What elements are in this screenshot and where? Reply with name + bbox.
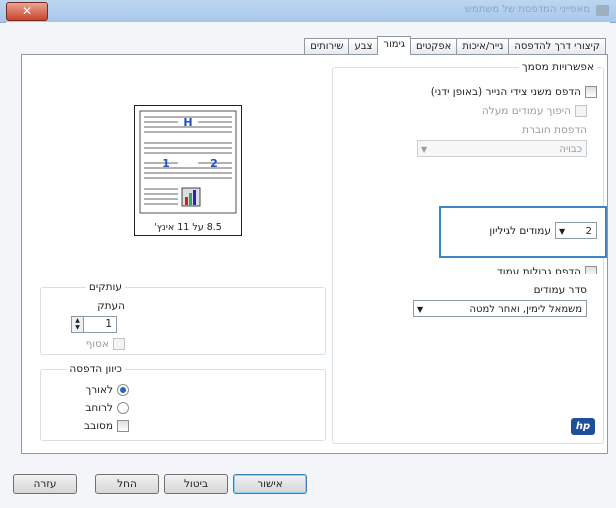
page-borders-checkbox[interactable] [585,266,597,274]
tab-finishing[interactable]: גימור [377,36,411,55]
tab-shortcuts[interactable]: קיצורי דרך להדפסה [508,38,606,55]
orientation-title: כיוון הדפסה [66,363,125,375]
ok-button[interactable]: אישור [233,474,307,494]
print-both-sides-row[interactable]: הדפס משני צידי הנייר (באופן ידני) [431,86,597,98]
pages-per-sheet-value: 2 [585,226,592,237]
print-both-sides-label: הדפס משני צידי הנייר (באופן ידני) [430,86,581,98]
dialog-body: קיצורי דרך להדפסה נייר/איכות אפקטים גימו… [6,22,610,502]
document-options-group: אפשרויות מסמך הדפס משני צידי הנייר (באופ… [332,61,607,444]
booklet-label-row: הדפסת חוברת [522,124,587,136]
flip-pages-row[interactable]: היפוך עמודים מעלה [482,105,587,117]
printer-icon [596,5,609,16]
print-both-sides-checkbox[interactable] [585,86,597,98]
tab-color[interactable]: צבע [348,38,379,55]
rotate-checkbox[interactable] [117,420,129,432]
collate-checkbox[interactable] [113,338,125,350]
rotate-option[interactable]: מסובב [84,420,129,432]
rotate-label: מסובב [84,420,113,432]
preview-page-1: 1 [162,157,170,170]
tab-effects[interactable]: אפקטים [409,38,458,55]
apply-button[interactable]: החל [95,474,159,494]
copies-label: העתק [97,300,125,312]
copies-stepper[interactable]: 1 ▲ ▼ [71,316,117,333]
chevron-down-icon: ▼ [417,305,424,314]
page-order-dropdown[interactable]: משמאל לימין, ואחר למטה ▼ [413,300,587,317]
copies-title: עותקים [85,281,125,293]
chevron-down-icon: ▼ [421,145,428,154]
chevron-down-icon: ▼ [559,227,566,236]
pages-per-sheet-label: עמודים לגיליון [489,224,551,237]
booklet-value: כבויה [559,144,582,155]
document-options-title: אפשרויות מסמך [519,61,597,73]
pages-per-sheet-dropdown[interactable]: 2 ▼ [555,222,597,239]
preview-image: H 1 2 [139,110,237,214]
copies-group: עותקים העתק 1 ▲ ▼ אסוף [40,281,326,355]
orientation-group: כיוון הדפסה לאורך לרוחב מסובב [40,363,326,441]
page-order-label-row: סדר עמודים [534,284,587,296]
portrait-label: לאורך [85,384,113,396]
help-button[interactable]: עזרה [13,474,77,494]
landscape-radio[interactable] [117,402,129,414]
copies-value: 1 [105,318,112,330]
close-button[interactable]: ✕ [6,2,48,21]
page-borders-row[interactable]: הדפס גבולות עמוד [497,266,597,274]
preview-page-2: 2 [210,157,218,170]
booklet-dropdown[interactable]: כבויה ▼ [417,140,587,157]
stepper-arrows-icon[interactable]: ▲ ▼ [72,317,84,332]
collate-label: אסוף [85,338,109,350]
close-icon: ✕ [21,4,33,18]
copies-label-row: העתק [97,300,125,312]
landscape-label: לרוחב [85,402,113,414]
pages-per-sheet-row: 2 ▼ עמודים לגיליון [489,222,597,239]
tab-services[interactable]: שירותים [304,38,350,55]
cancel-button[interactable]: ביטול [164,474,228,494]
page-preview: H 1 2 [134,105,242,225]
collate-row[interactable]: אסוף [86,338,125,350]
portrait-radio[interactable] [117,384,129,396]
page-order-value: משמאל לימין, ואחר למטה [469,304,582,315]
portrait-option[interactable]: לאורך [86,384,129,396]
hp-logo: hp [571,418,595,435]
page-order-label: סדר עמודים [533,284,587,296]
landscape-option[interactable]: לרוחב [85,402,129,414]
finishing-panel: אפשרויות מסמך הדפס משני צידי הנייר (באופ… [21,54,608,454]
flip-pages-checkbox[interactable] [575,105,587,117]
flip-pages-label: היפוך עמודים מעלה [481,105,571,117]
title-bar: ✕ מאפייני המדפסת של משתמש [0,0,616,23]
page-borders-label: הדפס גבולות עמוד [497,266,581,274]
paper-size-label: 8.5 על 11 אינץ' [134,221,242,236]
window-title: מאפייני המדפסת של משתמש [464,4,590,15]
preview-letter-h: H [183,116,192,129]
tab-strip: קיצורי דרך להדפסה נייר/איכות אפקטים גימו… [304,36,606,55]
booklet-label: הדפסת חוברת [522,124,587,136]
tab-paper-quality[interactable]: נייר/איכות [456,38,510,55]
